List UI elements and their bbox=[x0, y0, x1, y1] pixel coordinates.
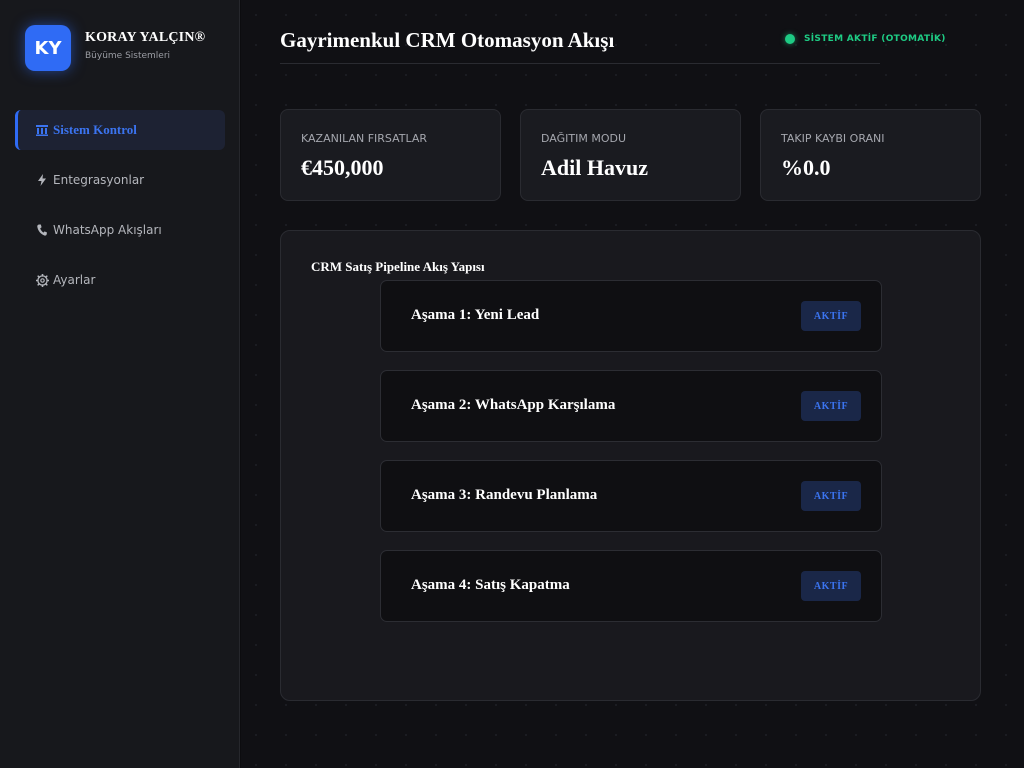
system-status: SİSTEM AKTİF (OTOMATİK) bbox=[785, 34, 946, 44]
stat-value: €450,000 bbox=[301, 155, 384, 180]
stat-card-kazanilan-firsatlar: KAZANILAN FIRSATLAR €450,000 bbox=[280, 109, 501, 201]
brand-name: KORAY YALÇIN® bbox=[85, 30, 206, 45]
phone-icon bbox=[35, 224, 49, 236]
sidebar-item-entegrasyonlar[interactable]: Entegrasyonlar bbox=[15, 160, 225, 200]
main-content: Gayrimenkul CRM Otomasyon Akışı SİSTEM A… bbox=[241, 0, 1024, 768]
stage-label: Aşama 2: WhatsApp Karşılama bbox=[411, 397, 616, 413]
lightning-icon bbox=[35, 174, 49, 186]
pipeline-stage-2[interactable]: Aşama 2: WhatsApp Karşılama AKTİF bbox=[380, 370, 882, 442]
app-root: KY KORAY YALÇIN® Büyüme Sistemleri Siste… bbox=[0, 0, 1024, 768]
stat-card-dagitim-modu: DAĞITIM MODU Adil Havuz bbox=[520, 109, 741, 201]
stage-label: Aşama 3: Randevu Planlama bbox=[411, 487, 598, 503]
status-dot-icon bbox=[785, 34, 795, 44]
stat-value: %0.0 bbox=[781, 155, 831, 180]
stage-status-badge[interactable]: AKTİF bbox=[801, 301, 861, 331]
pipeline-stage-4[interactable]: Aşama 4: Satış Kapatma AKTİF bbox=[380, 550, 882, 622]
sidebar-item-label: Ayarlar bbox=[53, 273, 96, 287]
sidebar-item-ayarlar[interactable]: Ayarlar bbox=[15, 260, 225, 300]
pipeline-title: CRM Satış Pipeline Akış Yapısı bbox=[311, 259, 485, 274]
sidebar-item-whatsapp-akislari[interactable]: WhatsApp Akışları bbox=[15, 210, 225, 250]
brand-subtitle: Büyüme Sistemleri bbox=[85, 51, 171, 61]
brand-logo: KY bbox=[25, 25, 71, 71]
status-text: SİSTEM AKTİF (OTOMATİK) bbox=[804, 34, 946, 44]
stage-label: Aşama 1: Yeni Lead bbox=[411, 307, 540, 323]
stat-label: DAĞITIM MODU bbox=[541, 132, 626, 145]
pipeline-panel: CRM Satış Pipeline Akış Yapısı Aşama 1: … bbox=[280, 230, 981, 701]
sidebar: KY KORAY YALÇIN® Büyüme Sistemleri Siste… bbox=[0, 0, 240, 768]
sidebar-item-label: WhatsApp Akışları bbox=[53, 223, 162, 237]
sidebar-nav: Sistem Kontrol Entegrasyonlar WhatsApp A… bbox=[15, 110, 225, 310]
sidebar-item-label: Entegrasyonlar bbox=[53, 173, 145, 187]
stage-status-badge[interactable]: AKTİF bbox=[801, 571, 861, 601]
pipeline-stage-3[interactable]: Aşama 3: Randevu Planlama AKTİF bbox=[380, 460, 882, 532]
stage-status-badge[interactable]: AKTİF bbox=[801, 481, 861, 511]
stage-status-badge[interactable]: AKTİF bbox=[801, 391, 861, 421]
building-columns-icon bbox=[35, 124, 49, 136]
stat-label: TAKIP KAYBI ORANI bbox=[781, 132, 885, 145]
sidebar-item-label: Sistem Kontrol bbox=[53, 122, 137, 137]
pipeline-stage-1[interactable]: Aşama 1: Yeni Lead AKTİF bbox=[380, 280, 882, 352]
stat-value: Adil Havuz bbox=[541, 155, 648, 180]
brand: KY KORAY YALÇIN® Büyüme Sistemleri bbox=[25, 25, 205, 71]
stage-label: Aşama 4: Satış Kapatma bbox=[411, 577, 570, 593]
stat-label: KAZANILAN FIRSATLAR bbox=[301, 132, 428, 145]
gear-icon bbox=[35, 273, 49, 287]
sidebar-item-sistem-kontrol[interactable]: Sistem Kontrol bbox=[15, 110, 225, 150]
stat-card-takip-kaybi-orani: TAKIP KAYBI ORANI %0.0 bbox=[760, 109, 981, 201]
